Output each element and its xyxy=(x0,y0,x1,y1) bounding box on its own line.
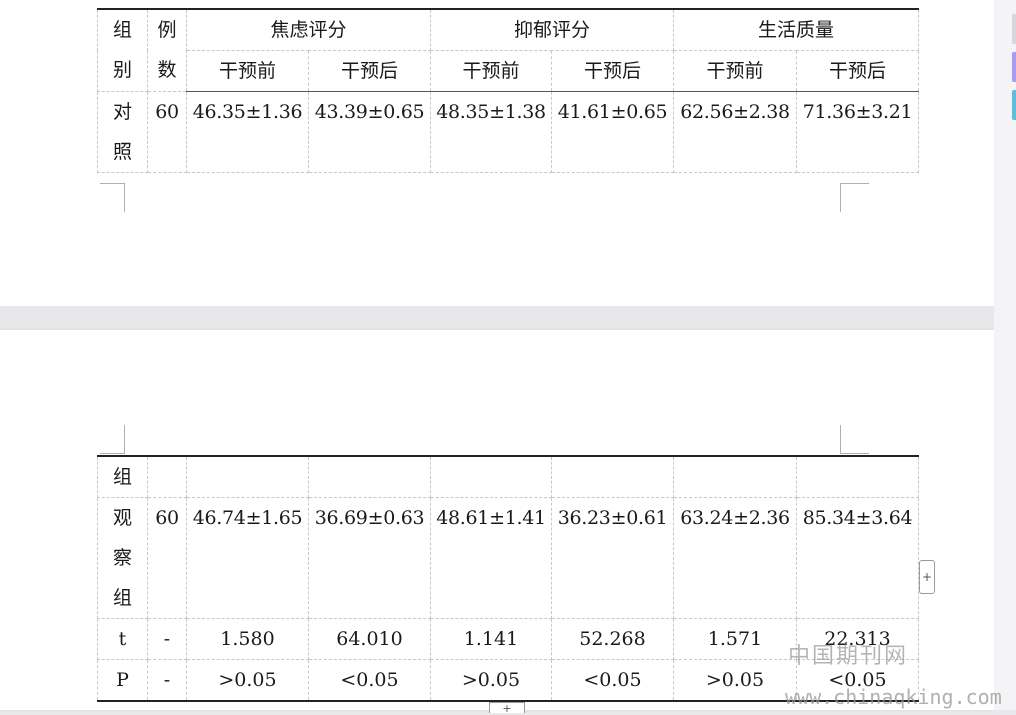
cell-p-value[interactable]: <0.05 xyxy=(308,659,431,702)
cell-value[interactable]: 46.35±1.36 xyxy=(186,91,309,173)
cell-value[interactable]: 71.36±3.21 xyxy=(796,91,920,173)
cell-t-value[interactable]: 64.010 xyxy=(308,618,431,660)
cell-count[interactable]: 60 xyxy=(147,91,187,173)
side-tab-3[interactable] xyxy=(1012,90,1016,120)
header-post-intervention[interactable]: 干预后 xyxy=(796,50,920,92)
cell-value[interactable]: 48.35±1.38 xyxy=(430,91,553,173)
cell-empty[interactable] xyxy=(673,455,797,498)
cell-t-value[interactable]: 1.141 xyxy=(430,618,552,660)
cell-count[interactable]: - xyxy=(147,659,187,702)
header-post-intervention[interactable]: 干预后 xyxy=(307,50,432,92)
cell-group-observation[interactable]: 观 察 组 xyxy=(97,497,148,619)
table-row-control-continued: 组 xyxy=(97,455,919,498)
header-count[interactable]: 例 数 xyxy=(147,8,187,92)
table-row-control: 对 照 60 46.35±1.36 43.39±0.65 48.35±1.38 … xyxy=(97,91,920,173)
cell-value[interactable]: 36.69±0.63 xyxy=(308,497,431,619)
crop-mark-top-left xyxy=(100,425,125,454)
cell-empty[interactable] xyxy=(147,455,187,498)
cell-empty[interactable] xyxy=(308,455,431,498)
header-depression-score[interactable]: 抑郁评分 xyxy=(430,8,675,51)
watermark-site-name: 中国期刊网 xyxy=(788,644,909,669)
header-quality-of-life[interactable]: 生活质量 xyxy=(673,8,920,51)
side-tab-2[interactable] xyxy=(1012,52,1016,82)
header-pre-intervention[interactable]: 干预前 xyxy=(430,50,553,92)
cell-p-value[interactable]: >0.05 xyxy=(673,659,797,702)
side-tab-1[interactable] xyxy=(1012,14,1016,44)
cell-group-control[interactable]: 对 照 xyxy=(97,91,148,173)
header-pre-intervention[interactable]: 干预前 xyxy=(186,50,309,92)
cell-empty[interactable] xyxy=(796,455,919,498)
table-row-observation: 观 察 组 60 46.74±1.65 36.69±0.63 48.61±1.4… xyxy=(97,497,919,619)
cell-value[interactable]: 63.24±2.36 xyxy=(673,497,797,619)
cell-value[interactable]: 62.56±2.38 xyxy=(673,91,798,173)
cell-empty[interactable] xyxy=(551,455,674,498)
cell-value[interactable]: 43.39±0.65 xyxy=(307,91,432,173)
cell-value[interactable]: 41.61±0.65 xyxy=(551,91,675,173)
header-pre-intervention[interactable]: 干预前 xyxy=(673,50,798,92)
cell-p-value[interactable]: >0.05 xyxy=(430,659,552,702)
cell-empty[interactable] xyxy=(186,455,309,498)
cell-p-value[interactable]: >0.05 xyxy=(186,659,309,702)
results-table-part1: 组 别 例 数 焦虑评分 抑郁评分 生活质量 干预前 干预后 干预前 干预后 干… xyxy=(97,8,920,173)
cell-count[interactable]: - xyxy=(147,618,187,660)
cell-group-control-continued[interactable]: 组 xyxy=(97,455,148,498)
watermark-url: www.chinaqking.com xyxy=(785,685,1002,709)
cell-value[interactable]: 48.61±1.41 xyxy=(430,497,552,619)
cell-p-value[interactable]: <0.05 xyxy=(551,659,674,702)
cell-t-value[interactable]: 1.580 xyxy=(186,618,309,660)
add-column-button[interactable]: + xyxy=(919,560,935,594)
cell-value[interactable]: 85.34±3.64 xyxy=(796,497,919,619)
header-post-intervention[interactable]: 干预后 xyxy=(551,50,675,92)
cell-value[interactable]: 46.74±1.65 xyxy=(186,497,309,619)
add-row-button[interactable]: + xyxy=(489,702,525,715)
crop-mark-bottom-left xyxy=(100,183,125,212)
cell-value[interactable]: 36.23±0.61 xyxy=(551,497,674,619)
cell-empty[interactable] xyxy=(430,455,552,498)
header-group[interactable]: 组 别 xyxy=(97,8,148,92)
page-gap xyxy=(0,306,994,330)
cell-t-value[interactable]: 52.268 xyxy=(551,618,674,660)
cell-label-p[interactable]: P xyxy=(97,659,148,702)
cell-label-t[interactable]: t xyxy=(97,618,148,660)
cell-t-value[interactable]: 1.571 xyxy=(673,618,797,660)
crop-mark-bottom-right xyxy=(840,183,869,212)
cell-count[interactable]: 60 xyxy=(147,497,187,619)
crop-mark-top-right xyxy=(840,425,869,454)
header-anxiety-score[interactable]: 焦虑评分 xyxy=(185,8,432,51)
